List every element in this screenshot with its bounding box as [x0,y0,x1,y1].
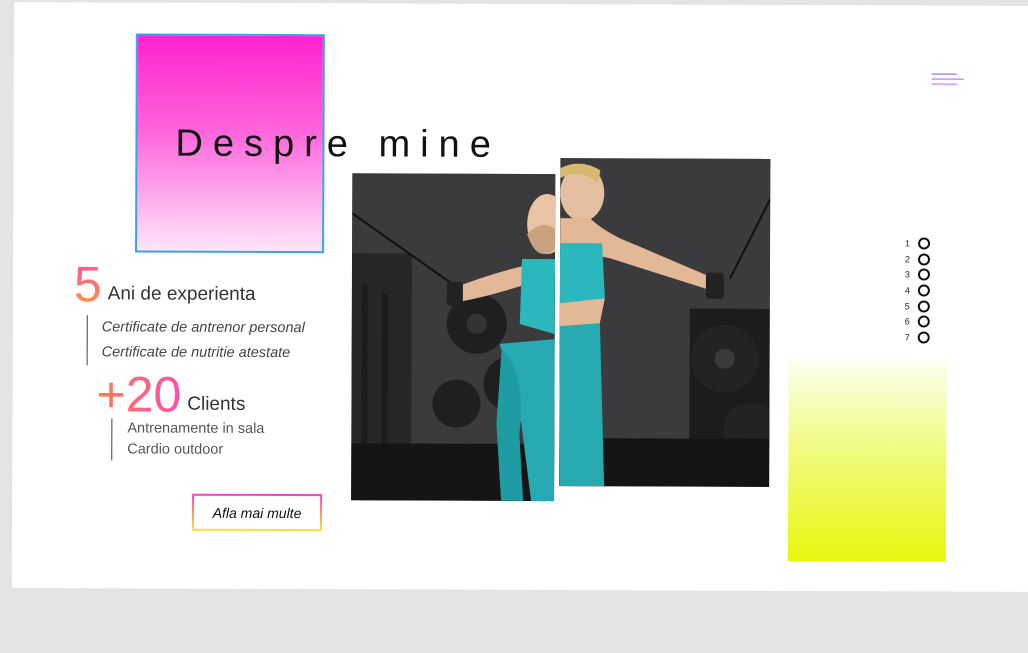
pagination-number: 2 [904,253,911,264]
trainer-photo-right [559,158,771,487]
pagination-number: 5 [904,301,910,312]
pagination-dot-icon[interactable] [917,300,930,313]
pagination-item-6[interactable]: 6 [898,314,938,330]
pagination-number: 3 [904,269,910,280]
clients-number: +20 [96,366,182,423]
training-types-list: Antrenamente in sala Cardio outdoor [111,418,265,461]
experience-label: Ani de experienta [107,283,256,305]
experience-stat: 5 Ani de experienta [73,256,256,313]
certificates-list: Certificate de antrenor personal Certifi… [86,315,305,367]
pagination-item-1[interactable]: 1 [898,235,938,251]
list-item: Cardio outdoor [127,441,224,458]
learn-more-button[interactable]: Afla mai multe [191,493,323,532]
pagination-number: 6 [904,316,910,327]
pagination-item-4[interactable]: 4 [898,282,938,298]
page-title: Despre mine [175,122,501,166]
pagination-dot-icon[interactable] [917,268,930,281]
pagination-dot-icon[interactable] [917,253,931,266]
pagination-dot-icon[interactable] [917,315,930,328]
pagination-item-5[interactable]: 5 [898,298,938,314]
pagination-dot-icon[interactable] [918,237,931,250]
pagination-item-2[interactable]: 2 [898,251,938,267]
yellow-gradient-block [787,358,947,562]
list-item: Certificate de antrenor personal [101,319,305,337]
pagination-item-3[interactable]: 3 [898,267,938,283]
clients-stat: +20 Clients [96,366,246,423]
pagination-number: 7 [904,332,910,343]
list-item: Antrenamente in sala [127,420,265,437]
pagination-number: 1 [905,238,911,249]
list-item: Certificate de nutritie atestate [101,344,291,362]
pagination-dot-icon[interactable] [917,284,930,297]
experience-number: 5 [73,256,102,313]
pagination-item-7[interactable]: 7 [898,330,938,346]
clients-label: Clients [187,393,246,415]
slide-pagination: 1 2 3 4 5 6 7 [898,235,938,345]
pagination-number: 4 [904,285,910,296]
about-page: Despre mine 1 2 3 4 5 6 7 5 Ani de exper… [11,2,1028,592]
trainer-photo-left [351,173,556,502]
pagination-dot-icon[interactable] [917,331,930,344]
hamburger-menu-icon[interactable] [931,72,964,90]
